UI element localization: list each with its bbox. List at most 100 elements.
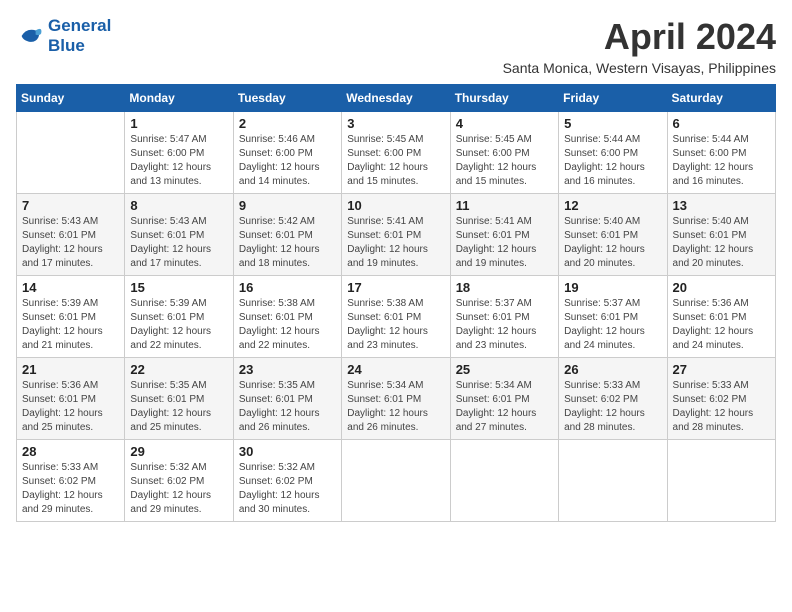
day-info: Sunrise: 5:38 AM Sunset: 6:01 PM Dayligh… xyxy=(239,297,336,353)
day-info: Sunrise: 5:36 AM Sunset: 6:01 PM Dayligh… xyxy=(22,379,119,435)
day-number: 30 xyxy=(239,444,336,459)
column-header-friday: Friday xyxy=(559,85,667,112)
calendar-cell: 23Sunrise: 5:35 AM Sunset: 6:01 PM Dayli… xyxy=(233,358,341,440)
calendar-body: 1 Sunrise: 5:47 AM Sunset: 6:00 PM Daylig… xyxy=(17,112,776,522)
day-info: Sunrise: 5:45 AM Sunset: 6:00 PM Dayligh… xyxy=(456,133,553,189)
day-number: 19 xyxy=(564,280,661,295)
day-info: Sunrise: 5:36 AM Sunset: 6:01 PM Dayligh… xyxy=(673,297,770,353)
day-info: Sunrise: 5:34 AM Sunset: 6:01 PM Dayligh… xyxy=(456,379,553,435)
day-info: Sunrise: 5:41 AM Sunset: 6:01 PM Dayligh… xyxy=(456,215,553,271)
day-number: 29 xyxy=(130,444,227,459)
day-number: 13 xyxy=(673,198,770,213)
calendar-cell: 4 Sunrise: 5:45 AM Sunset: 6:00 PM Daylig… xyxy=(450,112,558,194)
month-title: April 2024 xyxy=(503,16,776,58)
calendar-cell: 2 Sunrise: 5:46 AM Sunset: 6:00 PM Daylig… xyxy=(233,112,341,194)
day-info: Sunrise: 5:41 AM Sunset: 6:01 PM Dayligh… xyxy=(347,215,444,271)
calendar-cell: 3 Sunrise: 5:45 AM Sunset: 6:00 PM Daylig… xyxy=(342,112,450,194)
day-number: 22 xyxy=(130,362,227,377)
calendar-cell: 28 Sunrise: 5:33 AM Sunset: 6:02 PM Dayli… xyxy=(17,440,125,522)
day-info: Sunrise: 5:40 AM Sunset: 6:01 PM Dayligh… xyxy=(673,215,770,271)
calendar-cell xyxy=(17,112,125,194)
calendar-cell xyxy=(450,440,558,522)
day-number: 20 xyxy=(673,280,770,295)
calendar-table: SundayMondayTuesdayWednesdayThursdayFrid… xyxy=(16,84,776,522)
logo-icon xyxy=(16,22,44,50)
day-number: 26 xyxy=(564,362,661,377)
calendar-cell xyxy=(559,440,667,522)
day-info: Sunrise: 5:33 AM Sunset: 6:02 PM Dayligh… xyxy=(22,461,119,517)
column-header-monday: Monday xyxy=(125,85,233,112)
day-info: Sunrise: 5:44 AM Sunset: 6:00 PM Dayligh… xyxy=(673,133,770,189)
calendar-cell: 12Sunrise: 5:40 AM Sunset: 6:01 PM Dayli… xyxy=(559,194,667,276)
calendar-cell xyxy=(342,440,450,522)
column-header-sunday: Sunday xyxy=(17,85,125,112)
calendar-cell: 13 Sunrise: 5:40 AM Sunset: 6:01 PM Dayli… xyxy=(667,194,775,276)
day-info: Sunrise: 5:37 AM Sunset: 6:01 PM Dayligh… xyxy=(456,297,553,353)
calendar-cell: 29Sunrise: 5:32 AM Sunset: 6:02 PM Dayli… xyxy=(125,440,233,522)
page-header: General Blue April 2024 Santa Monica, We… xyxy=(16,16,776,76)
day-number: 3 xyxy=(347,116,444,131)
calendar-cell: 9 Sunrise: 5:42 AM Sunset: 6:01 PM Daylig… xyxy=(233,194,341,276)
day-number: 15 xyxy=(130,280,227,295)
calendar-cell: 15 Sunrise: 5:39 AM Sunset: 6:01 PM Dayli… xyxy=(125,276,233,358)
calendar-cell: 16 Sunrise: 5:38 AM Sunset: 6:01 PM Dayli… xyxy=(233,276,341,358)
calendar-cell xyxy=(667,440,775,522)
calendar-cell: 20 Sunrise: 5:36 AM Sunset: 6:01 PM Dayli… xyxy=(667,276,775,358)
day-number: 10 xyxy=(347,198,444,213)
day-info: Sunrise: 5:42 AM Sunset: 6:01 PM Dayligh… xyxy=(239,215,336,271)
calendar-cell: 18 Sunrise: 5:37 AM Sunset: 6:01 PM Dayli… xyxy=(450,276,558,358)
day-info: Sunrise: 5:39 AM Sunset: 6:01 PM Dayligh… xyxy=(130,297,227,353)
calendar-cell: 30 Sunrise: 5:32 AM Sunset: 6:02 PM Dayli… xyxy=(233,440,341,522)
location-subtitle: Santa Monica, Western Visayas, Philippin… xyxy=(503,60,776,76)
column-header-thursday: Thursday xyxy=(450,85,558,112)
day-number: 16 xyxy=(239,280,336,295)
calendar-cell: 7Sunrise: 5:43 AM Sunset: 6:01 PM Daylig… xyxy=(17,194,125,276)
calendar-cell: 27Sunrise: 5:33 AM Sunset: 6:02 PM Dayli… xyxy=(667,358,775,440)
day-info: Sunrise: 5:32 AM Sunset: 6:02 PM Dayligh… xyxy=(239,461,336,517)
day-number: 28 xyxy=(22,444,119,459)
day-info: Sunrise: 5:35 AM Sunset: 6:01 PM Dayligh… xyxy=(130,379,227,435)
day-number: 5 xyxy=(564,116,661,131)
day-info: Sunrise: 5:46 AM Sunset: 6:00 PM Dayligh… xyxy=(239,133,336,189)
calendar-cell: 26 Sunrise: 5:33 AM Sunset: 6:02 PM Dayli… xyxy=(559,358,667,440)
calendar-week-5: 28 Sunrise: 5:33 AM Sunset: 6:02 PM Dayli… xyxy=(17,440,776,522)
day-number: 24 xyxy=(347,362,444,377)
day-number: 4 xyxy=(456,116,553,131)
day-number: 1 xyxy=(130,116,227,131)
day-number: 9 xyxy=(239,198,336,213)
day-info: Sunrise: 5:38 AM Sunset: 6:01 PM Dayligh… xyxy=(347,297,444,353)
calendar-cell: 8Sunrise: 5:43 AM Sunset: 6:01 PM Daylig… xyxy=(125,194,233,276)
day-number: 21 xyxy=(22,362,119,377)
day-info: Sunrise: 5:34 AM Sunset: 6:01 PM Dayligh… xyxy=(347,379,444,435)
day-number: 6 xyxy=(673,116,770,131)
title-section: April 2024 Santa Monica, Western Visayas… xyxy=(503,16,776,76)
day-number: 2 xyxy=(239,116,336,131)
day-info: Sunrise: 5:33 AM Sunset: 6:02 PM Dayligh… xyxy=(564,379,661,435)
column-header-tuesday: Tuesday xyxy=(233,85,341,112)
logo: General Blue xyxy=(16,16,111,57)
day-info: Sunrise: 5:40 AM Sunset: 6:01 PM Dayligh… xyxy=(564,215,661,271)
calendar-cell: 1 Sunrise: 5:47 AM Sunset: 6:00 PM Daylig… xyxy=(125,112,233,194)
calendar-cell: 10 Sunrise: 5:41 AM Sunset: 6:01 PM Dayli… xyxy=(342,194,450,276)
day-number: 7 xyxy=(22,198,119,213)
calendar-week-3: 14 Sunrise: 5:39 AM Sunset: 6:01 PM Dayli… xyxy=(17,276,776,358)
calendar-cell: 21 Sunrise: 5:36 AM Sunset: 6:01 PM Dayli… xyxy=(17,358,125,440)
day-info: Sunrise: 5:44 AM Sunset: 6:00 PM Dayligh… xyxy=(564,133,661,189)
calendar-cell: 14 Sunrise: 5:39 AM Sunset: 6:01 PM Dayli… xyxy=(17,276,125,358)
day-info: Sunrise: 5:45 AM Sunset: 6:00 PM Dayligh… xyxy=(347,133,444,189)
day-number: 14 xyxy=(22,280,119,295)
calendar-week-2: 7 Sunrise: 5:43 AM Sunset: 6:01 PM Daylig… xyxy=(17,194,776,276)
day-number: 18 xyxy=(456,280,553,295)
day-info: Sunrise: 5:39 AM Sunset: 6:01 PM Dayligh… xyxy=(22,297,119,353)
calendar-cell: 25Sunrise: 5:34 AM Sunset: 6:01 PM Dayli… xyxy=(450,358,558,440)
calendar-week-4: 21 Sunrise: 5:36 AM Sunset: 6:01 PM Dayli… xyxy=(17,358,776,440)
column-header-wednesday: Wednesday xyxy=(342,85,450,112)
day-number: 11 xyxy=(456,198,553,213)
day-info: Sunrise: 5:47 AM Sunset: 6:00 PM Dayligh… xyxy=(130,133,227,189)
day-info: Sunrise: 5:33 AM Sunset: 6:02 PM Dayligh… xyxy=(673,379,770,435)
calendar-cell: 11 Sunrise: 5:41 AM Sunset: 6:01 PM Dayli… xyxy=(450,194,558,276)
day-info: Sunrise: 5:43 AM Sunset: 6:01 PM Dayligh… xyxy=(130,215,227,271)
day-info: Sunrise: 5:37 AM Sunset: 6:01 PM Dayligh… xyxy=(564,297,661,353)
calendar-cell: 6 Sunrise: 5:44 AM Sunset: 6:00 PM Daylig… xyxy=(667,112,775,194)
day-number: 23 xyxy=(239,362,336,377)
